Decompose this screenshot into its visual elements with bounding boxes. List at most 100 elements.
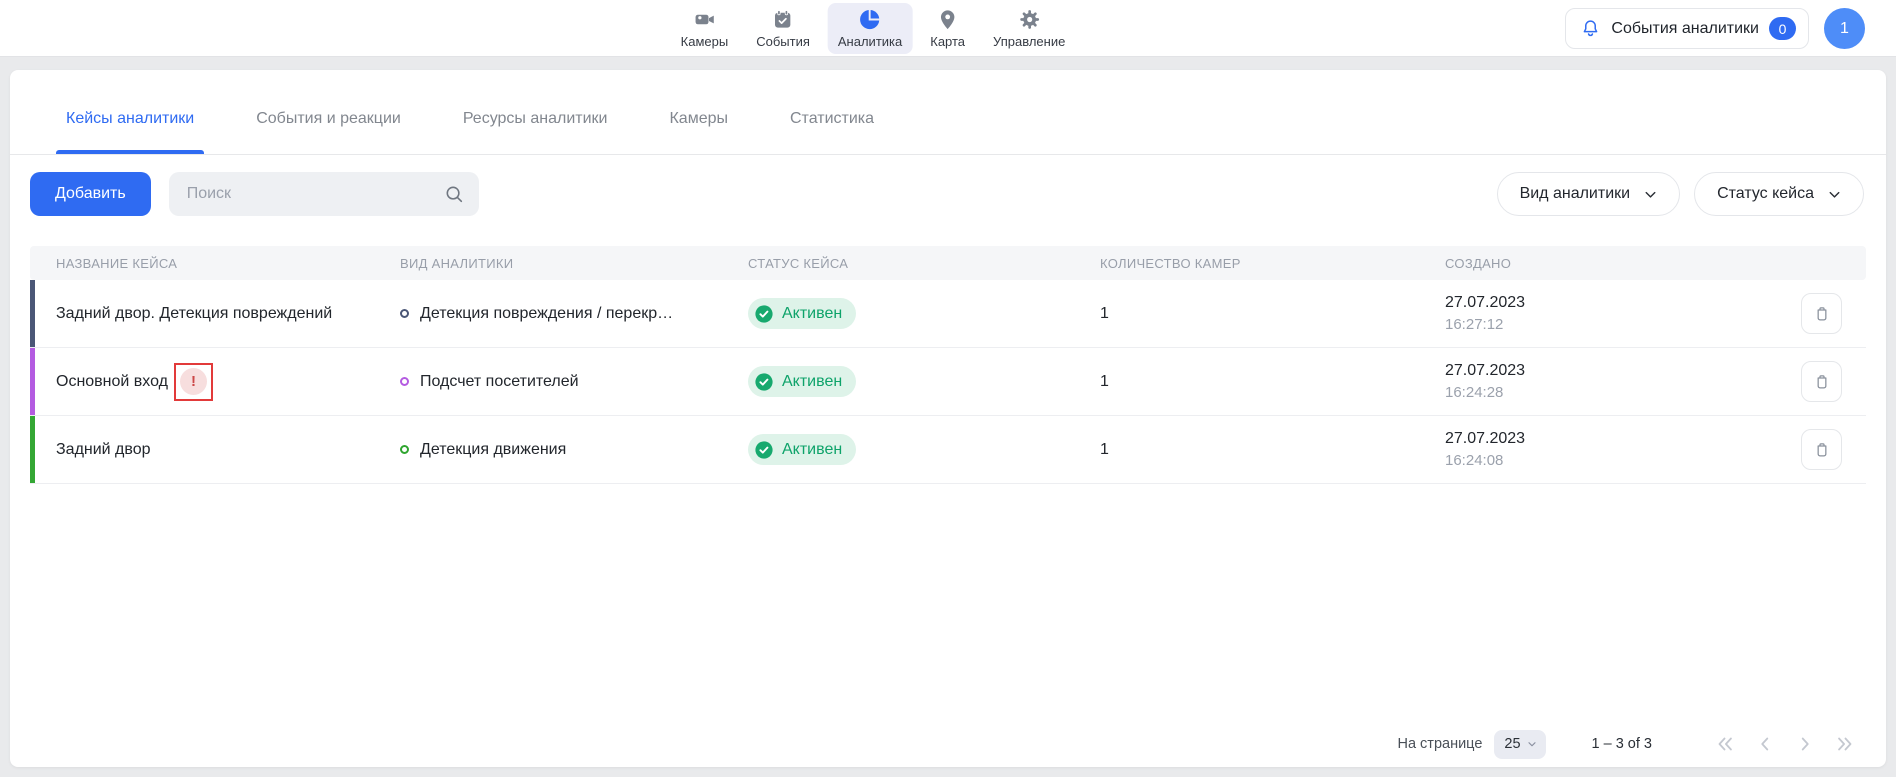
tab-analytics-cases[interactable]: Кейсы аналитики bbox=[56, 84, 204, 154]
created-time: 16:24:08 bbox=[1445, 452, 1745, 470]
tab-label: Ресурсы аналитики bbox=[463, 110, 608, 128]
tab-cameras[interactable]: Камеры bbox=[659, 84, 738, 154]
cell-camera-count: 1 bbox=[1100, 305, 1445, 323]
case-name-text: Задний двор. Детекция повреждений bbox=[56, 305, 332, 323]
top-bar: Камеры События Аналитика Карта bbox=[0, 0, 1896, 57]
cell-case-status: Активен bbox=[748, 434, 1100, 465]
analytics-type-text: Детекция повреждения / перекр… bbox=[420, 305, 673, 323]
analytics-type-dot-icon bbox=[400, 377, 409, 386]
tab-label: Кейсы аналитики bbox=[66, 110, 194, 128]
check-circle-icon bbox=[754, 304, 774, 324]
cases-table: НАЗВАНИЕ КЕЙСА ВИД АНАЛИТИКИ СТАТУС КЕЙС… bbox=[30, 246, 1866, 484]
table-header-row: НАЗВАНИЕ КЕЙСА ВИД АНАЛИТИКИ СТАТУС КЕЙС… bbox=[30, 246, 1866, 280]
header-case-status: СТАТУС КЕЙСА bbox=[748, 256, 1100, 271]
created-date: 27.07.2023 bbox=[1445, 361, 1745, 380]
table-row[interactable]: Основной вход ! Подсчет посетителей Акти… bbox=[30, 348, 1866, 416]
case-color-stripe bbox=[30, 280, 35, 347]
check-circle-icon bbox=[754, 440, 774, 460]
camera-icon bbox=[692, 8, 716, 31]
per-page-select[interactable]: 25 bbox=[1494, 730, 1545, 759]
created-date: 27.07.2023 bbox=[1445, 429, 1745, 448]
search-box bbox=[169, 172, 479, 216]
nav-item-cameras[interactable]: Камеры bbox=[671, 3, 739, 54]
trash-icon bbox=[1812, 440, 1832, 460]
trash-icon bbox=[1812, 372, 1832, 392]
first-page-icon[interactable] bbox=[1714, 733, 1736, 755]
trash-icon bbox=[1812, 304, 1832, 324]
status-badge: Активен bbox=[748, 366, 856, 397]
nav-label: Карта bbox=[930, 34, 965, 49]
analytics-type-dot-icon bbox=[400, 445, 409, 454]
pie-chart-icon bbox=[858, 8, 882, 31]
warning-icon[interactable]: ! bbox=[180, 368, 207, 395]
cell-actions bbox=[1745, 293, 1866, 334]
delete-case-button[interactable] bbox=[1801, 293, 1842, 334]
status-text: Активен bbox=[782, 373, 842, 391]
toolbar: Добавить Вид аналитики Статус кейса bbox=[10, 172, 1886, 216]
gear-icon bbox=[1017, 8, 1041, 31]
next-page-icon[interactable] bbox=[1794, 733, 1816, 755]
nav-item-management[interactable]: Управление bbox=[983, 3, 1075, 54]
status-text: Активен bbox=[782, 305, 842, 323]
status-text: Активен bbox=[782, 441, 842, 459]
cell-case-status: Активен bbox=[748, 366, 1100, 397]
cell-analytics-type: Детекция повреждения / перекр… bbox=[400, 305, 748, 323]
status-badge: Активен bbox=[748, 298, 856, 329]
analytics-tabs: Кейсы аналитики События и реакции Ресурс… bbox=[10, 70, 1886, 155]
magnifier-icon[interactable] bbox=[443, 183, 465, 205]
delete-case-button[interactable] bbox=[1801, 361, 1842, 402]
nav-item-events[interactable]: События bbox=[746, 3, 820, 54]
chevron-down-icon bbox=[1526, 738, 1538, 750]
search-input[interactable] bbox=[169, 172, 479, 216]
add-case-button[interactable]: Добавить bbox=[30, 172, 151, 216]
analytics-events-label: События аналитики bbox=[1611, 20, 1759, 38]
created-time: 16:27:12 bbox=[1445, 316, 1745, 334]
check-circle-icon bbox=[754, 372, 774, 392]
analytics-events-button[interactable]: События аналитики 0 bbox=[1565, 8, 1809, 49]
tab-events-and-reactions[interactable]: События и реакции bbox=[246, 84, 411, 154]
cell-case-name: Основной вход ! bbox=[30, 363, 400, 401]
user-avatar[interactable]: 1 bbox=[1824, 8, 1865, 49]
content-card: Кейсы аналитики События и реакции Ресурс… bbox=[10, 70, 1886, 767]
nav-item-map[interactable]: Карта bbox=[920, 3, 975, 54]
cell-case-status: Активен bbox=[748, 298, 1100, 329]
filter-label: Статус кейса bbox=[1717, 185, 1814, 203]
chevron-down-icon bbox=[1642, 186, 1659, 203]
filter-analytics-type-dropdown[interactable]: Вид аналитики bbox=[1497, 172, 1681, 216]
warning-highlight-annotation: ! bbox=[174, 363, 213, 401]
nav-item-analytics[interactable]: Аналитика bbox=[828, 3, 912, 54]
tab-analytics-resources[interactable]: Ресурсы аналитики bbox=[453, 84, 618, 154]
header-case-name: НАЗВАНИЕ КЕЙСА bbox=[30, 256, 400, 271]
pagination: На странице 25 1 – 3 of 3 bbox=[1397, 729, 1856, 759]
cell-created: 27.07.2023 16:24:28 bbox=[1445, 361, 1745, 401]
pagination-arrows bbox=[1714, 733, 1856, 755]
tab-statistics[interactable]: Статистика bbox=[780, 84, 884, 154]
last-page-icon[interactable] bbox=[1834, 733, 1856, 755]
calendar-check-icon bbox=[771, 8, 795, 31]
events-count-badge: 0 bbox=[1769, 17, 1796, 40]
analytics-type-text: Детекция движения bbox=[420, 441, 566, 459]
nav-label: Аналитика bbox=[838, 34, 902, 49]
cell-analytics-type: Подсчет посетителей bbox=[400, 373, 748, 391]
table-row[interactable]: Задний двор. Детекция повреждений Детекц… bbox=[30, 280, 1866, 348]
prev-page-icon[interactable] bbox=[1754, 733, 1776, 755]
page-range-text: 1 – 3 of 3 bbox=[1592, 736, 1652, 752]
case-color-stripe bbox=[30, 348, 35, 415]
delete-case-button[interactable] bbox=[1801, 429, 1842, 470]
tab-label: Камеры bbox=[669, 110, 728, 128]
main-navigation: Камеры События Аналитика Карта bbox=[671, 0, 1076, 57]
filter-case-status-dropdown[interactable]: Статус кейса bbox=[1694, 172, 1864, 216]
nav-label: Управление bbox=[993, 34, 1065, 49]
filters: Вид аналитики Статус кейса bbox=[1497, 172, 1864, 216]
table-row[interactable]: Задний двор Детекция движения Активен 1 … bbox=[30, 416, 1866, 484]
case-name-text: Задний двор bbox=[56, 441, 151, 459]
bell-icon bbox=[1580, 18, 1601, 39]
map-pin-icon bbox=[936, 8, 960, 31]
created-date: 27.07.2023 bbox=[1445, 293, 1745, 312]
top-bar-right: События аналитики 0 1 bbox=[1565, 8, 1865, 49]
cell-created: 27.07.2023 16:27:12 bbox=[1445, 293, 1745, 333]
cell-analytics-type: Детекция движения bbox=[400, 441, 748, 459]
cell-created: 27.07.2023 16:24:08 bbox=[1445, 429, 1745, 469]
created-time: 16:24:28 bbox=[1445, 384, 1745, 402]
filter-label: Вид аналитики bbox=[1520, 185, 1631, 203]
